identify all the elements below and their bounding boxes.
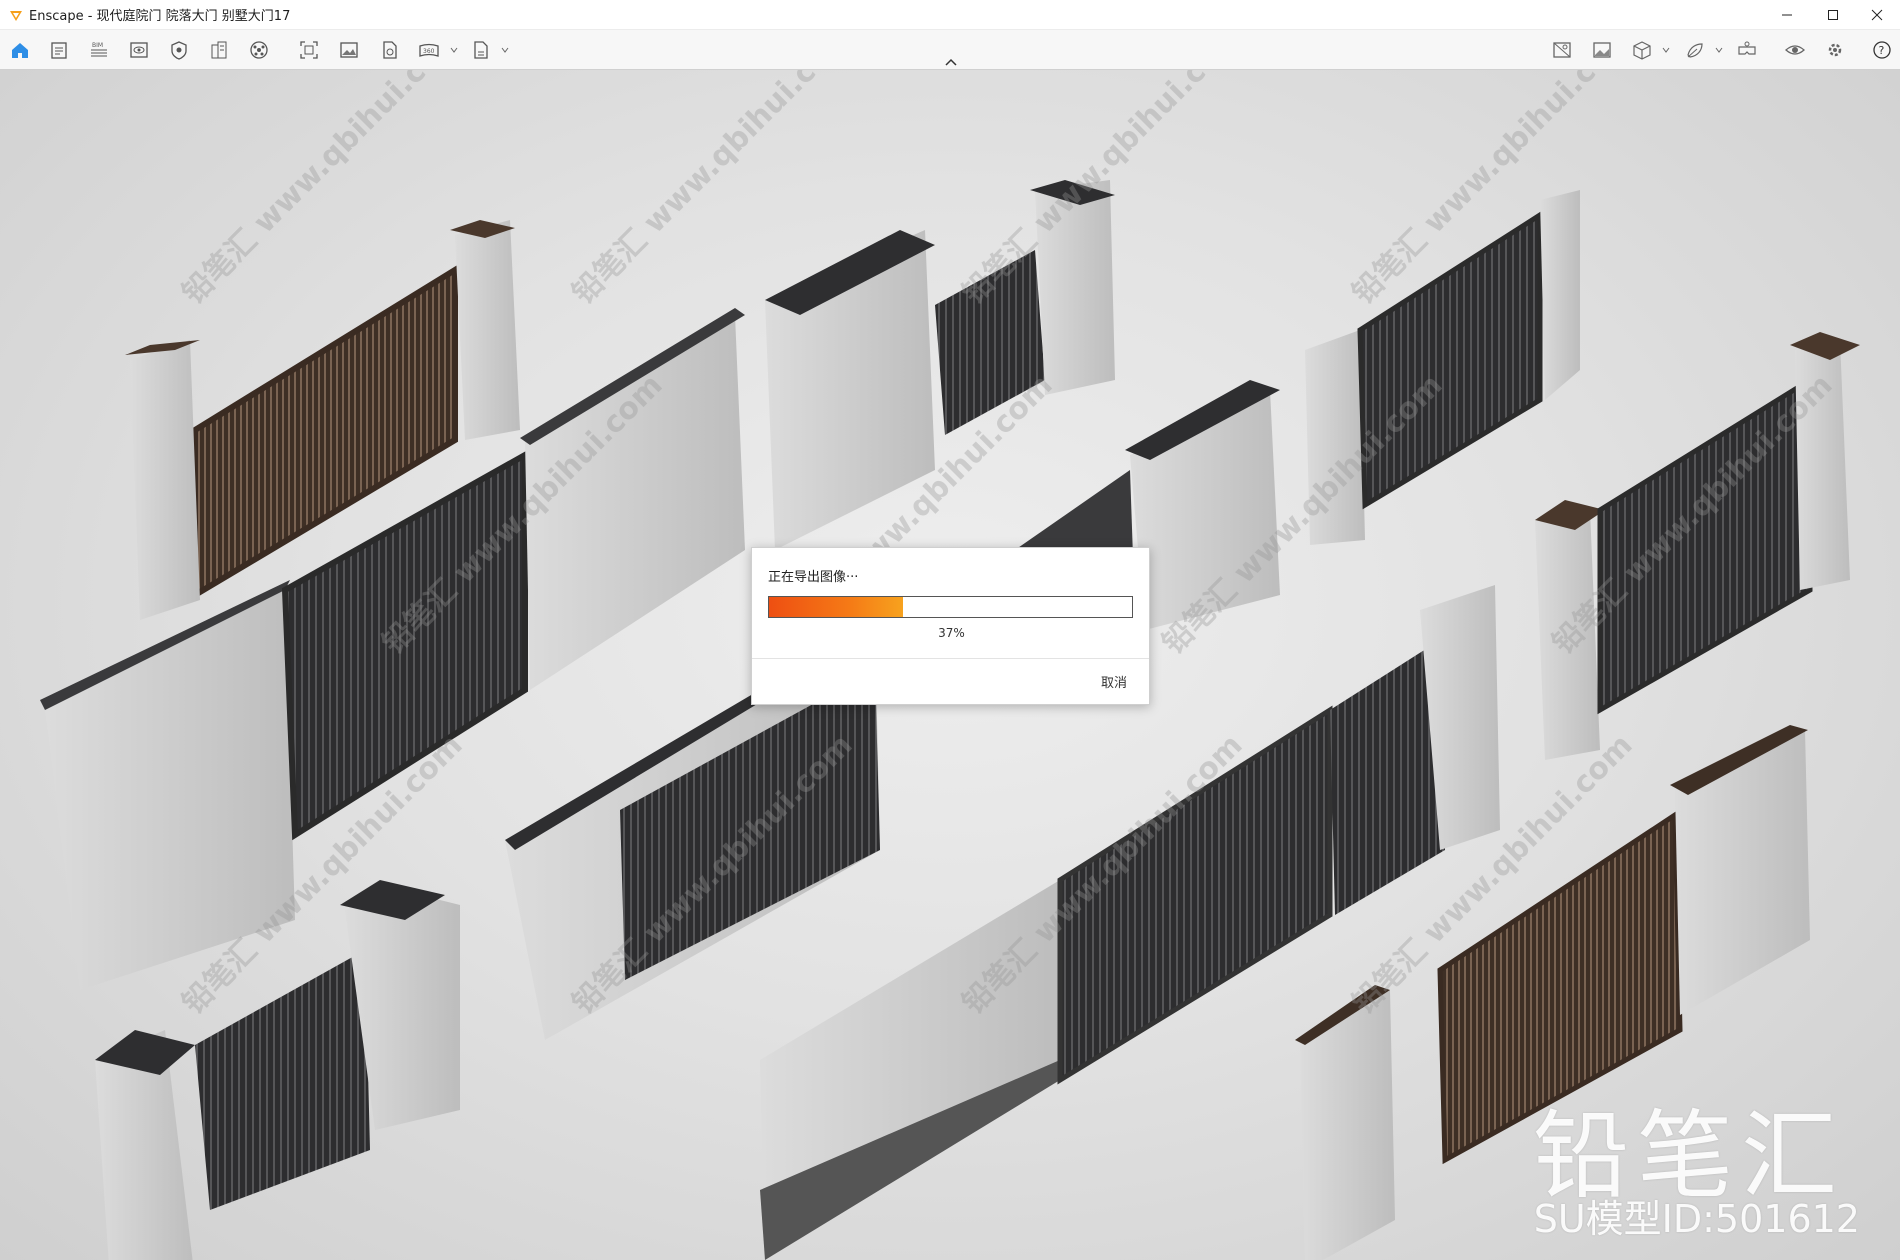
model-id-text: SU模型ID:501612 — [1533, 1197, 1860, 1241]
vr-headset-icon — [1738, 41, 1756, 55]
bim-button[interactable]: BIM — [86, 38, 112, 62]
screenshot-button[interactable] — [296, 38, 322, 62]
panorama-icon: 360 — [419, 43, 439, 57]
settings-button[interactable] — [1822, 38, 1848, 62]
visual-settings-button[interactable] — [126, 38, 152, 62]
export-dropdown[interactable] — [500, 45, 510, 55]
asset-library-icon — [211, 41, 227, 59]
title-bar: Enscape - 现代庭院门 院落大门 别墅大门17 — [0, 0, 1900, 30]
progress-fill — [769, 597, 904, 617]
bim-icon: BIM — [91, 42, 107, 57]
export-button[interactable] — [468, 38, 494, 62]
materials-icon — [250, 41, 268, 59]
panorama-label: 360 — [423, 48, 435, 55]
batch-render-button[interactable] — [376, 38, 402, 62]
atmosphere-button[interactable] — [166, 38, 192, 62]
capture-button[interactable] — [1682, 38, 1708, 62]
collapse-toolbar-icon[interactable] — [943, 56, 959, 68]
chevron-down-icon — [1662, 47, 1670, 53]
visibility-icon — [1785, 45, 1805, 55]
chevron-down-icon — [450, 47, 458, 53]
close-icon — [1871, 9, 1883, 21]
notes-icon — [51, 42, 67, 59]
close-button[interactable] — [1854, 0, 1900, 30]
cube-button[interactable] — [1629, 38, 1655, 62]
visibility-button[interactable] — [1782, 38, 1808, 62]
view-management-icon — [1553, 42, 1571, 58]
cube-dropdown[interactable] — [1661, 45, 1671, 55]
maximize-button[interactable] — [1810, 0, 1856, 30]
screenshot-icon — [300, 41, 318, 59]
maximize-icon — [1828, 10, 1838, 20]
cancel-button[interactable]: 取消 — [1101, 672, 1127, 691]
help-button[interactable]: ? — [1869, 38, 1895, 62]
help-icon: ? — [1873, 41, 1891, 59]
vr-headset-button[interactable] — [1734, 38, 1760, 62]
export-progress-dialog: 正在导出图像··· 37% 取消 — [751, 547, 1150, 705]
chevron-down-icon — [501, 47, 509, 53]
progress-percent: 37% — [938, 626, 965, 640]
notes-button[interactable] — [46, 38, 72, 62]
render-image-button[interactable] — [1589, 38, 1615, 62]
gate-top-right — [1305, 190, 1580, 545]
enscape-logo-icon — [10, 10, 22, 21]
progress-bar — [768, 596, 1133, 618]
atmosphere-icon — [171, 41, 187, 60]
minimize-icon — [1782, 14, 1792, 16]
gate-top-center — [765, 180, 1115, 550]
materials-button[interactable] — [246, 38, 272, 62]
batch-render-icon — [383, 41, 397, 59]
minimize-button[interactable] — [1764, 0, 1810, 30]
capture-icon — [1687, 43, 1703, 58]
view-management-button[interactable] — [1549, 38, 1575, 62]
asset-library-button[interactable] — [206, 38, 232, 62]
capture-dropdown[interactable] — [1714, 45, 1724, 55]
home-icon — [12, 43, 28, 58]
image-icon — [340, 42, 358, 58]
dialog-title: 正在导出图像··· — [768, 570, 859, 585]
visual-settings-icon — [130, 42, 148, 58]
cube-icon — [1633, 41, 1651, 60]
dialog-divider — [752, 658, 1149, 659]
window-title: Enscape - 现代庭院门 院落大门 别墅大门17 — [29, 9, 291, 24]
panorama-dropdown[interactable] — [449, 45, 459, 55]
export-icon — [474, 41, 488, 59]
gate-right — [1535, 332, 1860, 760]
chevron-down-icon — [1715, 47, 1723, 53]
image-button[interactable] — [336, 38, 362, 62]
bim-label: BIM — [92, 42, 103, 49]
svg-text:?: ? — [1879, 44, 1885, 57]
home-button[interactable] — [7, 38, 33, 62]
settings-icon — [1828, 43, 1842, 57]
panorama-button[interactable]: 360 — [416, 38, 442, 62]
render-image-icon — [1593, 42, 1611, 58]
